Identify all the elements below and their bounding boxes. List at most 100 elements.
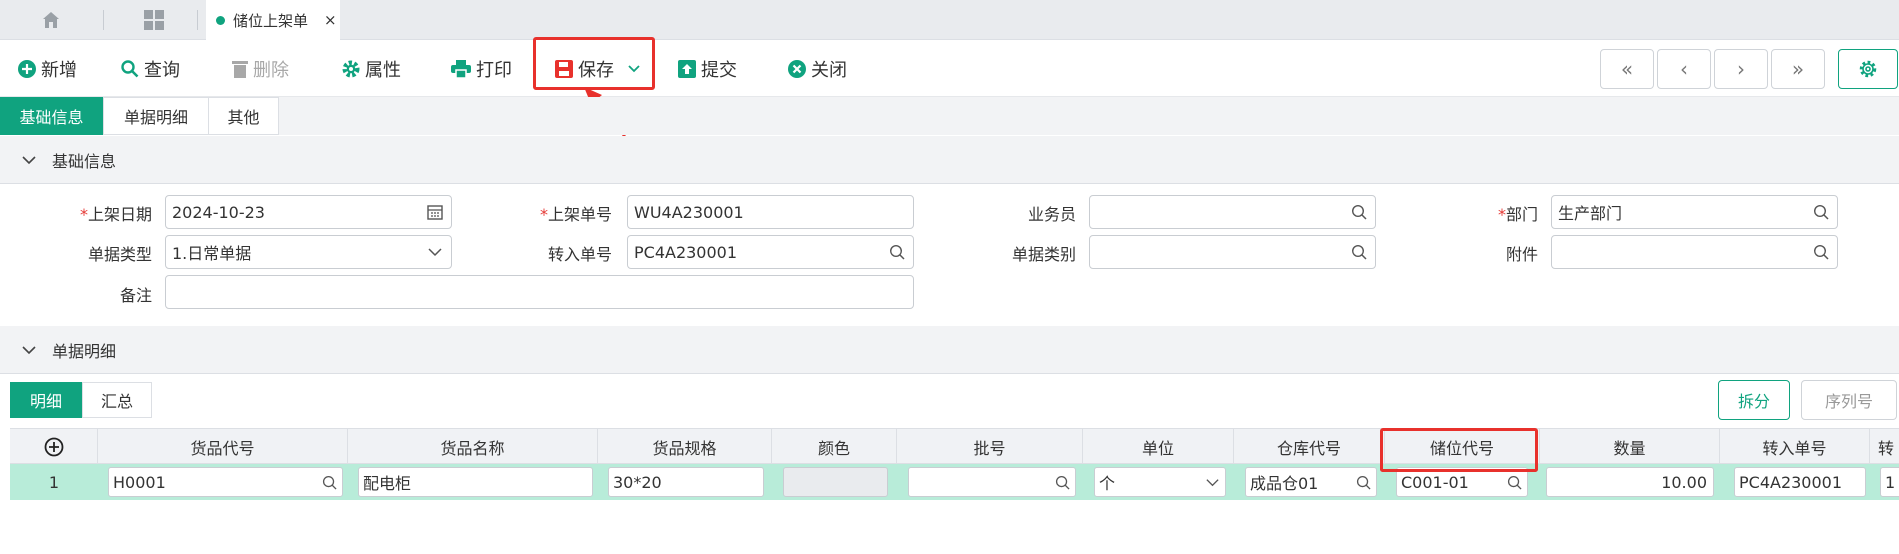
document-tab-label: 储位上架单 — [233, 11, 309, 30]
new-button-label: 新增 — [41, 60, 77, 81]
add-row-button[interactable] — [10, 429, 98, 465]
delete-button[interactable]: 删除 — [232, 54, 289, 84]
close-tab-icon[interactable]: × — [324, 11, 337, 29]
tab-summary[interactable]: 汇总 — [82, 382, 152, 418]
location-cell[interactable]: C001-01 — [1396, 467, 1528, 497]
properties-button[interactable]: 属性 — [342, 54, 401, 84]
item-name-value: 配电柜 — [363, 474, 412, 493]
delete-button-label: 删除 — [253, 60, 289, 81]
date-label: *上架日期 — [79, 205, 152, 224]
attachment-field[interactable] — [1551, 235, 1838, 269]
settings-button[interactable] — [1838, 49, 1898, 89]
date-field[interactable]: 2024-10-23 — [165, 195, 452, 229]
remark-label: 备注 — [119, 286, 152, 305]
page-tabs: 基础信息 单据明细 其他 — [0, 97, 1899, 135]
new-button[interactable]: 新增 — [18, 54, 77, 84]
split-button[interactable]: 拆分 — [1718, 380, 1790, 420]
transfer-no-cell-value: PC4A230001 — [1739, 472, 1843, 492]
save-button-label: 保存 — [578, 60, 614, 81]
search-icon[interactable] — [1055, 475, 1070, 490]
item-spec-value: 30*20 — [613, 472, 662, 492]
col-truncated[interactable]: 转 — [1870, 429, 1899, 465]
next-record-button[interactable]: › — [1714, 49, 1768, 89]
close-circle-icon — [788, 60, 806, 78]
search-icon[interactable] — [889, 244, 905, 260]
last-record-button[interactable]: » — [1771, 49, 1825, 89]
query-button[interactable]: 查询 — [121, 54, 180, 84]
table-row[interactable]: 1 H0001 配电柜 30*20 个 成品仓01 C001-01 10.00 … — [10, 464, 1899, 500]
section-detail-header[interactable]: 单据明细 — [0, 326, 1899, 374]
save-disk-icon — [555, 60, 573, 78]
color-cell — [783, 467, 888, 497]
batch-cell[interactable] — [908, 467, 1076, 497]
warehouse-cell[interactable]: 成品仓01 — [1245, 467, 1377, 497]
chevron-down-icon[interactable] — [427, 244, 443, 260]
toolbar: 新增 查询 删除 属性 打印 保存 提交 关闭 « ‹ › » — [0, 40, 1899, 97]
calendar-icon[interactable] — [427, 204, 443, 220]
col-color[interactable]: 颜色 — [772, 429, 897, 465]
shelf-no-field[interactable]: WU4A230001 — [627, 195, 914, 229]
save-button[interactable]: 保存 — [555, 54, 641, 84]
transfer-no-value: PC4A230001 — [634, 242, 738, 262]
close-button[interactable]: 关闭 — [788, 54, 847, 84]
print-button[interactable]: 打印 — [451, 54, 512, 84]
upload-icon — [678, 60, 696, 78]
chevron-down-icon[interactable] — [627, 64, 641, 74]
quantity-cell[interactable]: 10.00 — [1546, 467, 1714, 497]
home-icon[interactable] — [38, 8, 64, 32]
first-record-button[interactable]: « — [1600, 49, 1654, 89]
gear-icon — [342, 60, 360, 78]
search-icon[interactable] — [1356, 475, 1371, 490]
shelf-no-value: WU4A230001 — [634, 202, 744, 222]
item-code-value: H0001 — [113, 472, 166, 492]
col-item-spec[interactable]: 货品规格 — [598, 429, 772, 465]
section-detail-title: 单据明细 — [52, 341, 117, 361]
col-quantity[interactable]: 数量 — [1540, 429, 1720, 465]
doctype-label: 单据类型 — [87, 245, 152, 264]
col-unit[interactable]: 单位 — [1083, 429, 1234, 465]
section-basic-info-header[interactable]: 基础信息 — [0, 136, 1899, 184]
chevron-down-icon — [22, 345, 36, 354]
chevron-down-icon — [22, 155, 36, 164]
transfer-no-field[interactable]: PC4A230001 — [627, 235, 914, 269]
transfer-no-cell[interactable]: PC4A230001 — [1734, 467, 1866, 497]
dept-field[interactable]: 生产部门 — [1551, 195, 1838, 229]
remark-field[interactable] — [165, 275, 914, 309]
category-field[interactable] — [1089, 235, 1376, 269]
unit-select[interactable]: 个 — [1094, 467, 1226, 497]
doctype-select[interactable]: 1.日常单据 — [165, 235, 452, 269]
col-item-code[interactable]: 货品代号 — [98, 429, 348, 465]
unit-value: 个 — [1099, 474, 1116, 493]
clerk-field[interactable] — [1089, 195, 1376, 229]
grid-apps-icon[interactable] — [141, 8, 167, 32]
search-icon[interactable] — [1507, 475, 1522, 490]
item-code-cell[interactable]: H0001 — [108, 467, 343, 497]
search-icon[interactable] — [322, 475, 337, 490]
col-location[interactable]: 储位代号 — [1385, 429, 1540, 465]
chevron-down-icon[interactable] — [1205, 475, 1220, 490]
submit-button[interactable]: 提交 — [678, 54, 737, 84]
serial-number-button[interactable]: 序列号 — [1801, 380, 1897, 420]
search-icon[interactable] — [1351, 244, 1367, 260]
item-name-cell[interactable]: 配电柜 — [358, 467, 593, 497]
tab-detail[interactable]: 明细 — [10, 382, 82, 418]
col-item-name[interactable]: 货品名称 — [348, 429, 598, 465]
item-spec-cell[interactable]: 30*20 — [608, 467, 764, 497]
search-icon[interactable] — [1351, 204, 1367, 220]
col-warehouse[interactable]: 仓库代号 — [1234, 429, 1385, 465]
truncated-cell[interactable]: 1 — [1880, 467, 1899, 497]
prev-record-button[interactable]: ‹ — [1657, 49, 1711, 89]
query-button-label: 查询 — [144, 60, 180, 81]
search-icon[interactable] — [1813, 244, 1829, 260]
location-value: C001-01 — [1401, 472, 1469, 492]
search-icon[interactable] — [1813, 204, 1829, 220]
col-batch[interactable]: 批号 — [897, 429, 1083, 465]
tab-other[interactable]: 其他 — [208, 97, 279, 135]
tab-document-detail[interactable]: 单据明细 — [103, 97, 209, 135]
properties-button-label: 属性 — [365, 60, 401, 81]
col-transfer-no[interactable]: 转入单号 — [1720, 429, 1870, 465]
search-icon — [121, 60, 139, 78]
tab-basic-info[interactable]: 基础信息 — [0, 97, 103, 135]
document-tab[interactable]: 储位上架单 × — [206, 0, 340, 40]
quantity-value: 10.00 — [1661, 472, 1707, 492]
